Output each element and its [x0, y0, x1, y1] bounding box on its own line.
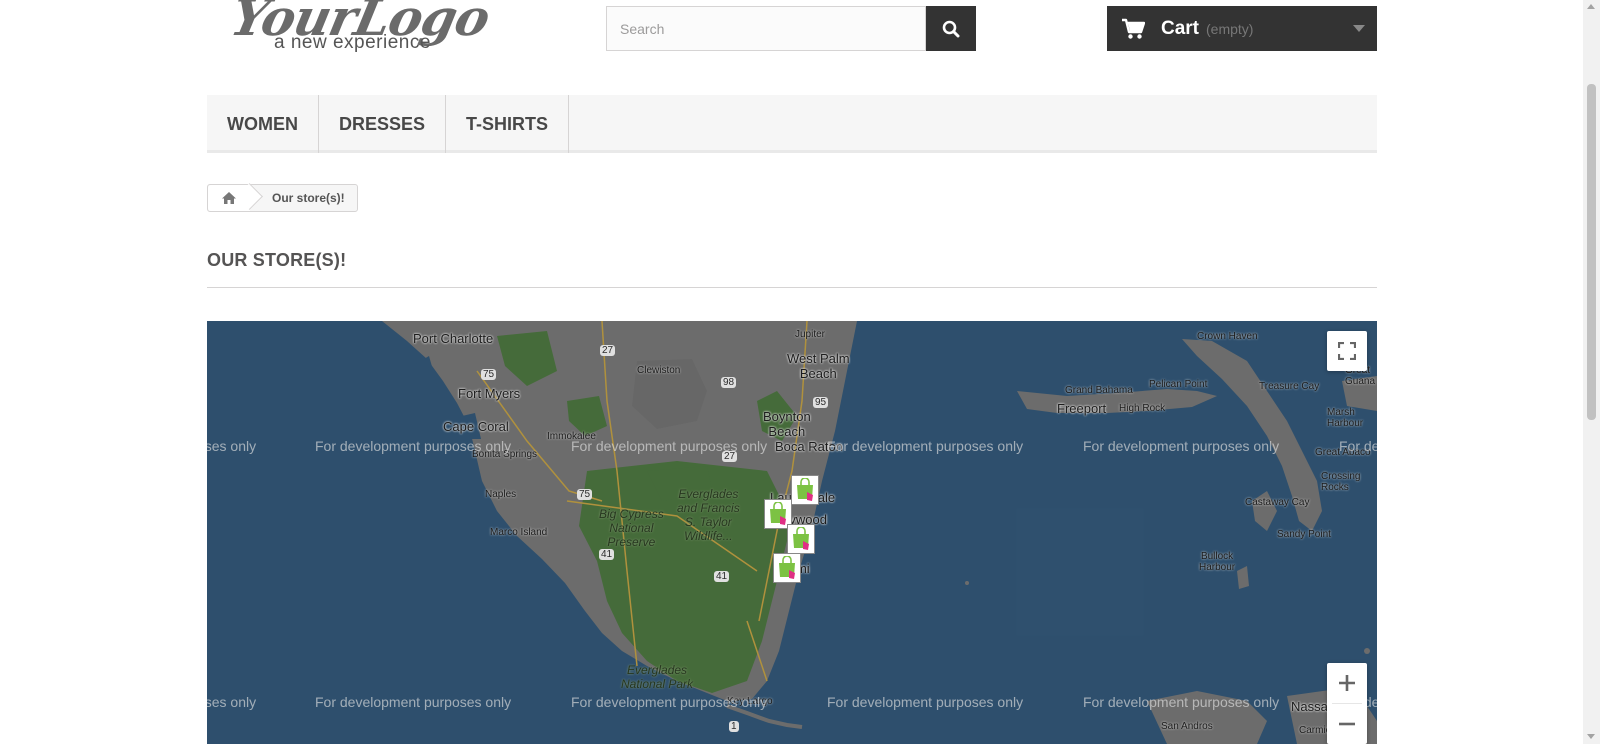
cart-status: (empty) — [1206, 20, 1254, 37]
store-marker[interactable] — [773, 553, 801, 583]
breadcrumb-home-link[interactable] — [208, 185, 250, 211]
menu-item-women[interactable]: WOMEN — [207, 95, 319, 153]
store-map[interactable]: Port Charlotte Fort Myers Cape Coral Bon… — [207, 321, 1377, 744]
search-input[interactable] — [606, 6, 926, 51]
home-icon — [222, 192, 236, 204]
scroll-down-arrow[interactable] — [1587, 734, 1595, 739]
map-label-crown-haven: Crown Haven — [1197, 331, 1258, 342]
map-label-west-palm-beach: West Palm Beach — [787, 351, 850, 381]
map-label-san-andros: San Andros — [1161, 721, 1213, 732]
map-watermark: For development purposes only — [207, 438, 257, 454]
store-marker[interactable] — [791, 475, 819, 505]
map-watermark: For development purposes only — [1083, 438, 1280, 454]
map-label-sandy-point: Sandy Point — [1277, 529, 1331, 540]
map-label-castaway-cay: Castaway Cay — [1245, 497, 1310, 508]
highway-shield: 95 — [813, 397, 829, 408]
map-label-crossing-rocks: Crossing Rocks — [1321, 471, 1361, 493]
map-label-port-charlotte: Port Charlotte — [413, 331, 494, 346]
map-watermark: For development purposes only — [315, 438, 512, 454]
zoom-out-button[interactable] — [1327, 704, 1367, 744]
map-watermark: For development purposes only — [1083, 694, 1280, 710]
zoom-in-button[interactable] — [1327, 663, 1367, 703]
map-label-treasure-cay: Treasure Cay — [1259, 381, 1320, 392]
highway-shield: 75 — [481, 369, 497, 380]
menu-item-dresses[interactable]: DRESSES — [319, 95, 447, 153]
map-label-jupiter: Jupiter — [795, 329, 826, 340]
highway-shield: 41 — [599, 549, 615, 560]
map-watermark: For development purposes only — [827, 694, 1024, 710]
map-label-big-cypress: Big Cypress National Preserve — [599, 507, 664, 549]
highway-shield: 75 — [577, 489, 593, 500]
cart-icon — [1122, 18, 1145, 39]
scrollbar-thumb[interactable] — [1587, 84, 1596, 420]
fullscreen-icon — [1338, 342, 1356, 360]
cart-button[interactable]: Cart (empty) — [1107, 6, 1377, 51]
page-scrollbar[interactable] — [1583, 0, 1600, 744]
map-label-pelican-point: Pelican Point — [1149, 379, 1208, 390]
store-marker-icon — [770, 502, 786, 525]
fullscreen-button[interactable] — [1327, 331, 1367, 371]
map-watermark: For development purposes only — [827, 438, 1024, 454]
cart-label: Cart — [1161, 17, 1200, 39]
map-label-naples: Naples — [485, 489, 517, 500]
zoom-controls — [1327, 663, 1367, 744]
map-label-boynton-beach: Boynton Beach — [763, 409, 811, 439]
logo-tagline: a new experience — [274, 32, 431, 53]
map-label-fort-myers: Fort Myers — [458, 386, 521, 401]
map-label-clewiston: Clewiston — [637, 365, 681, 376]
map-watermark: For development purposes only — [315, 694, 512, 710]
scroll-up-arrow[interactable] — [1587, 4, 1595, 9]
map-label-everglades-wildlife: Everglades and Francis S. Taylor Wildlif… — [677, 487, 740, 543]
store-marker-icon — [779, 556, 795, 579]
map-label-marco-island: Marco Island — [490, 527, 548, 538]
map-watermark: For development purposes only — [207, 694, 257, 710]
page-title: OUR STORE(S)! — [207, 250, 1377, 288]
highway-shield: 41 — [714, 571, 730, 582]
menu-item-tshirts[interactable]: T-SHIRTS — [446, 95, 570, 153]
map-label-cape-coral: Cape Coral — [443, 419, 509, 434]
map-label-nassau: Nassa — [1291, 699, 1328, 714]
zoom-in-icon — [1339, 675, 1355, 691]
main-menu: WOMEN DRESSES T-SHIRTS — [207, 95, 1377, 153]
chevron-down-icon — [1353, 25, 1365, 32]
map-label-grand-bahama: Grand Bahama — [1065, 385, 1133, 396]
highway-shield: 98 — [721, 377, 737, 388]
breadcrumb: Our store(s)! — [207, 184, 358, 212]
store-marker[interactable] — [787, 524, 815, 554]
highway-shield: 1 — [729, 721, 739, 732]
search-button[interactable] — [926, 6, 976, 51]
map-label-freeport: Freeport — [1057, 401, 1107, 416]
search-icon — [942, 20, 960, 37]
highway-shield: 27 — [600, 345, 616, 356]
map-label-bullock-harbour: Bullock Harbour — [1199, 551, 1236, 573]
zoom-out-icon — [1339, 722, 1355, 726]
map-label-everglades-np: Everglades National Park — [621, 663, 694, 691]
breadcrumb-current: Our store(s)! — [272, 191, 345, 205]
map-label-high-rock: High Rock — [1119, 403, 1166, 414]
store-marker-icon — [793, 527, 809, 550]
map-label-marsh-harbour: Marsh Harbour — [1327, 407, 1364, 429]
map-watermark: For development purposes only — [1339, 438, 1377, 454]
store-marker-icon — [797, 478, 813, 501]
site-logo[interactable]: YourLogo a new experience — [226, 0, 512, 60]
map-watermark: For development purposes only — [571, 438, 768, 454]
map-watermark: For development purposes only — [571, 694, 768, 710]
